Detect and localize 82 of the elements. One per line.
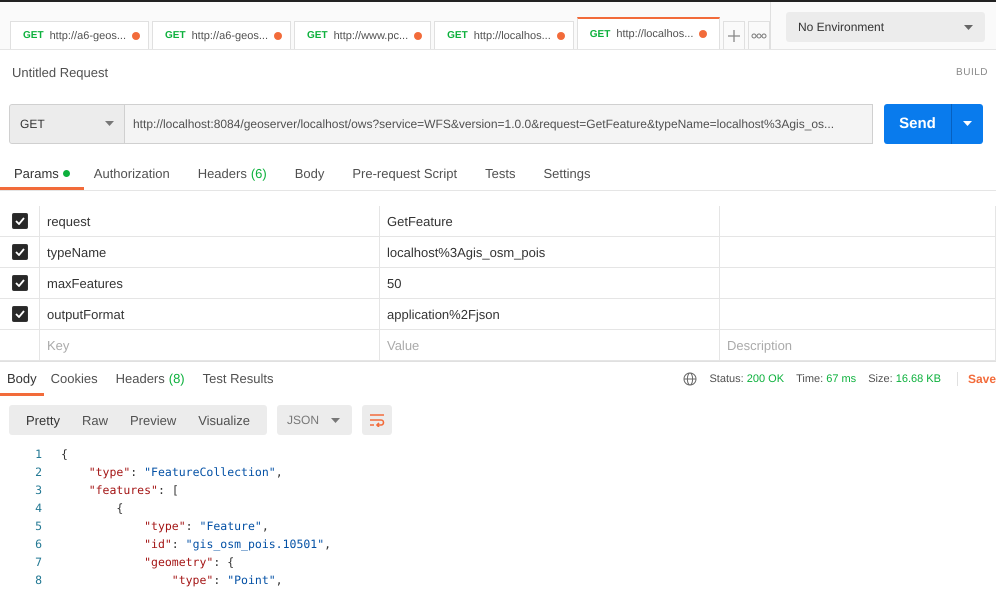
line-number: 4 [34,501,43,515]
check-icon [14,217,24,225]
response-tab[interactable]: Cookies [44,362,105,396]
tab-url: http://localhos... [616,28,694,40]
format-dropdown[interactable]: JSON [277,405,352,435]
environment-dropdown[interactable]: No Environment [786,12,985,42]
view-mode-tab[interactable]: Pretty [15,405,71,435]
line-number: 1 [34,447,43,461]
view-mode-tab[interactable]: Raw [70,405,119,435]
request-tab[interactable]: GET http://a6-geos... [152,21,291,49]
code-line: "type": "Point", [170,573,283,587]
line-number: 6 [34,537,43,551]
request-section-tab[interactable]: Headers (6) [198,156,295,190]
param-value[interactable]: application%2Fjson [380,299,720,329]
param-key[interactable]: request [40,206,380,236]
status-info: Time: 67 ms [796,372,856,384]
caret-icon [105,121,114,126]
wrap-icon [369,413,386,427]
tab-url: http://a6-geos... [50,30,126,42]
param-key[interactable]: maxFeatures [40,268,380,298]
method-label: GET [447,30,468,41]
new-tab-button[interactable] [723,21,746,49]
request-section-tab[interactable]: Tests [485,156,544,190]
status-info: Size: 16.68 KB [868,372,941,384]
plus-icon [727,28,742,42]
request-section-tab[interactable]: Authorization [94,156,198,190]
response-tab[interactable]: Body [0,362,44,396]
caret-icon [331,418,340,422]
request-section-tab[interactable]: Pre-request Script [352,156,486,190]
view-mode-tab[interactable]: Preview [118,405,188,435]
code-line: "features": [ [88,483,179,497]
request-tab[interactable]: GET http://a6-geos... [10,21,149,49]
request-section-tab[interactable]: Body [294,156,352,190]
wrap-lines-button[interactable] [362,405,392,435]
request-tab[interactable]: GET http://localhos... [434,21,574,49]
method-label: GET [165,30,186,41]
method-label: GET [23,30,44,41]
param-value[interactable]: 50 [380,268,720,298]
request-tab[interactable]: GET http://www.pc... [294,21,432,49]
globe-icon[interactable] [683,372,698,386]
request-title: Untitled Request [12,65,108,80]
view-mode-tab[interactable]: Visualize [187,405,262,435]
param-key[interactable]: outputFormat [40,299,380,329]
param-key[interactable]: typeName [40,237,380,267]
check-icon [14,279,24,287]
request-section-tab[interactable]: Settings [543,156,618,190]
check-icon [14,310,24,318]
more-icon [751,32,768,38]
tab-url: http://a6-geos... [192,30,268,42]
code-line: "type": "Feature", [143,519,269,533]
method-dropdown[interactable]: GET [9,104,125,144]
request-tab[interactable]: GET http://localhos... [576,17,720,49]
check-icon [14,248,24,256]
line-number: 3 [34,483,43,497]
build-label[interactable]: BUILD [956,67,988,78]
checkbox[interactable] [12,244,28,260]
code-line: { [115,501,124,515]
request-section-tab[interactable]: Params [0,156,84,190]
method-label: GET [590,28,610,40]
tab-url: http://www.pc... [334,30,408,42]
line-number: 8 [34,573,43,587]
param-value[interactable]: GetFeature [380,206,720,236]
code-line: { [61,447,68,461]
caret-icon [963,121,972,126]
code-line: "geometry": { [143,555,234,569]
caret-icon [964,24,973,30]
line-number: 5 [34,519,43,533]
code-line: "type": "FeatureCollection", [88,465,283,479]
checkbox[interactable] [12,275,28,291]
tab-url: http://localhos... [474,30,551,42]
line-number: 2 [34,465,43,479]
param-value[interactable]: localhost%3Agis_osm_pois [380,237,720,267]
response-tab[interactable]: Headers (8) [108,362,192,396]
checkbox[interactable] [12,213,28,229]
code-line: "id": "gis_osm_pois.10501", [143,537,332,551]
checkbox[interactable] [12,306,28,322]
url-field[interactable]: http://localhost:8084/geoserver/localhost/ows?service=WFS&version=1.0.0&request=GetFeature&typeName=localhost%3Agis_os... [125,104,873,144]
more-tabs-button[interactable] [748,21,770,49]
line-number: 7 [34,555,43,569]
method-label: GET [307,30,328,41]
response-tab[interactable]: Test Results [196,362,280,396]
status-info: Status: 200 OK [709,372,784,384]
